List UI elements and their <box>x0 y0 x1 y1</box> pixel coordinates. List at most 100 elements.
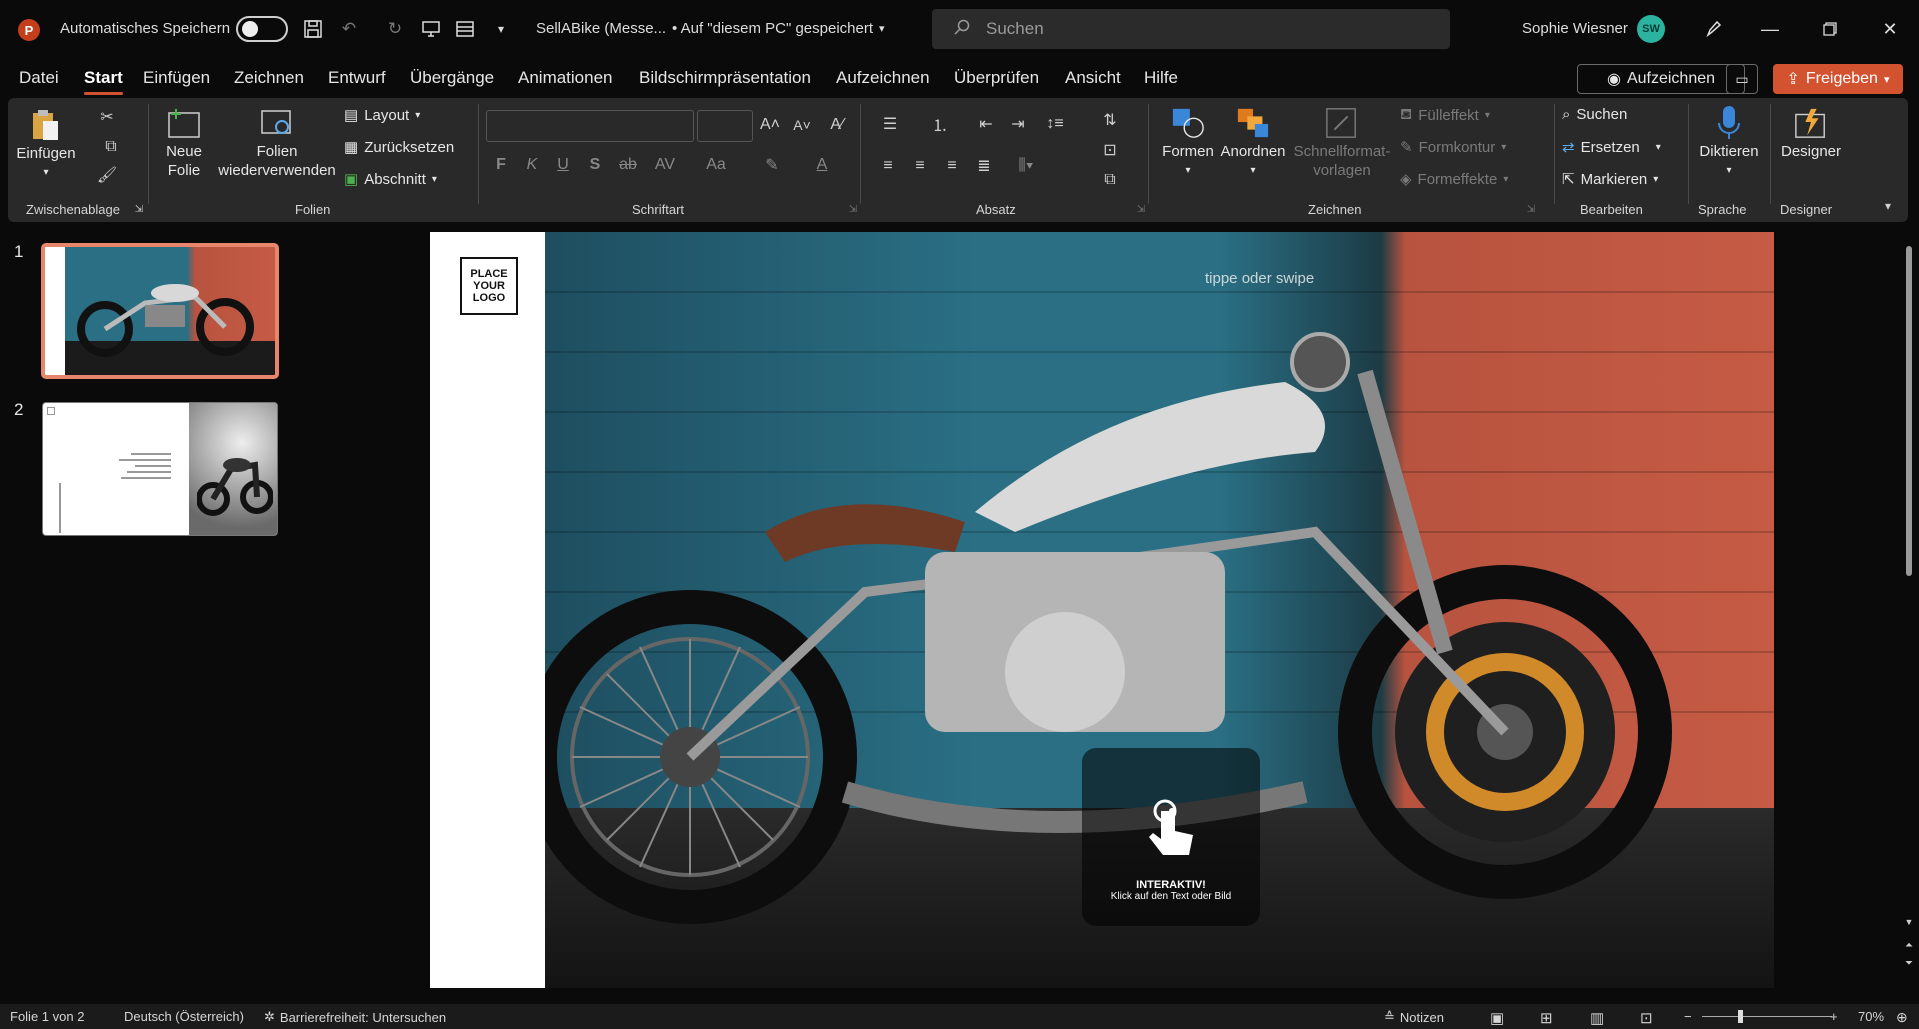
replace-button[interactable]: ⇄ Ersetzen ▾ <box>1562 138 1661 157</box>
scroll-down-icon[interactable]: ▼ <box>1903 916 1915 928</box>
columns-icon[interactable]: ⫼▾ <box>1008 154 1044 178</box>
redo-icon[interactable]: ↻ <box>382 17 408 41</box>
slideshow-icon[interactable]: ⊡ <box>1640 1009 1653 1027</box>
previous-slide-icon[interactable]: ⏶ <box>1903 938 1915 952</box>
pen-icon[interactable] <box>1696 14 1732 44</box>
align-left-icon[interactable]: ≡ <box>876 154 900 178</box>
increase-font-icon[interactable]: A˄ <box>758 112 782 138</box>
align-center-icon[interactable]: ≡ <box>908 154 932 178</box>
document-title[interactable]: SellABike (Messe... <box>536 20 666 37</box>
fit-to-window-icon[interactable]: ⊕ <box>1896 1009 1908 1026</box>
shapes-button[interactable]: Formen ▾ <box>1160 106 1216 180</box>
cut-icon[interactable]: ✂ <box>96 106 118 128</box>
align-text-icon[interactable]: ⊡ <box>1096 138 1124 162</box>
zoom-out-icon[interactable]: − <box>1684 1009 1692 1024</box>
new-slide-button[interactable]: Neue Folie <box>156 106 212 180</box>
tab-zeichnen[interactable]: Zeichnen <box>234 68 304 88</box>
dialog-launcher-icon[interactable]: ⇲ <box>846 202 860 216</box>
share-button[interactable]: ⇪ Freigeben ▾ <box>1773 64 1903 94</box>
align-right-icon[interactable]: ≡ <box>940 154 964 178</box>
restore-icon[interactable] <box>1812 14 1848 44</box>
copy-icon[interactable]: ⧉ <box>96 136 126 158</box>
autosave-toggle[interactable] <box>236 16 288 42</box>
change-case-button[interactable]: Aa <box>698 154 734 176</box>
user-name[interactable]: Sophie Wiesner <box>1522 20 1628 37</box>
customize-qat-icon[interactable]: ▾ <box>488 17 514 41</box>
numbering-icon[interactable]: ⒈ <box>926 112 954 136</box>
tab-start[interactable]: Start <box>84 68 123 95</box>
tab-entwurf[interactable]: Entwurf <box>328 68 386 88</box>
reading-view-icon[interactable]: ▥ <box>1590 1009 1604 1027</box>
designer-button[interactable]: Designer <box>1776 106 1846 161</box>
tab-animationen[interactable]: Animationen <box>518 68 613 88</box>
format-painter-icon[interactable]: 🖌 <box>96 164 118 186</box>
tab-ueberpruefen[interactable]: Überprüfen <box>954 68 1039 88</box>
bullets-icon[interactable]: ☰ <box>876 112 904 136</box>
chevron-down-icon[interactable]: ▾ <box>1878 198 1898 214</box>
slide-canvas[interactable]: PLACE YOUR LOGO tippe oder swipe INTERAK… <box>430 232 1774 988</box>
zoom-level[interactable]: 70% <box>1858 1009 1884 1024</box>
decrease-indent-icon[interactable]: ⇤ <box>974 112 998 136</box>
line-spacing-icon[interactable]: ↕≡ <box>1040 112 1070 136</box>
tab-hilfe[interactable]: Hilfe <box>1144 68 1178 88</box>
tab-datei[interactable]: Datei <box>19 68 59 88</box>
arrange-button[interactable]: Anordnen ▾ <box>1218 106 1288 180</box>
slide-sorter-icon[interactable]: ⊞ <box>1540 1009 1553 1027</box>
find-button[interactable]: ⌕ Suchen <box>1562 106 1627 123</box>
logo-placeholder[interactable]: PLACE YOUR LOGO <box>460 257 518 315</box>
increase-indent-icon[interactable]: ⇥ <box>1006 112 1030 136</box>
layout-button[interactable]: ▤ Layout ▾ <box>344 106 420 125</box>
scroll-thumb[interactable] <box>1906 246 1912 576</box>
reset-button[interactable]: ▦ Zurücksetzen <box>344 138 454 157</box>
from-beginning-icon[interactable] <box>418 17 444 41</box>
clear-format-icon[interactable]: A⁄ <box>824 112 850 138</box>
slide-thumbnail-2[interactable] <box>42 402 278 536</box>
normal-view-icon[interactable]: ▣ <box>1490 1009 1504 1027</box>
interaction-hint-card[interactable]: INTERAKTIV! Klick auf den Text oder Bild <box>1082 748 1260 926</box>
dialog-launcher-icon[interactable]: ⇲ <box>1524 202 1538 216</box>
dictate-button[interactable]: Diktieren ▾ <box>1692 106 1766 180</box>
select-button[interactable]: ⇱ Markieren ▾ <box>1562 170 1658 189</box>
quick-styles-button[interactable]: Schnellformat- vorlagen <box>1290 106 1394 180</box>
close-icon[interactable]: ✕ <box>1872 14 1908 44</box>
zoom-in-icon[interactable]: + <box>1830 1009 1838 1024</box>
shape-effects-button[interactable]: ◈ Formeffekte ▾ <box>1400 170 1508 189</box>
italic-button[interactable]: K <box>523 154 541 176</box>
section-button[interactable]: ▣ Abschnitt ▾ <box>344 170 437 189</box>
strikethrough-button[interactable]: ab <box>616 154 640 176</box>
minimize-icon[interactable]: — <box>1752 14 1788 44</box>
highlight-icon[interactable]: ✎ <box>758 154 786 176</box>
tab-aufzeichnen[interactable]: Aufzeichnen <box>836 68 930 88</box>
tab-ansicht[interactable]: Ansicht <box>1065 68 1121 88</box>
slide-thumbnail-1[interactable] <box>42 244 278 378</box>
text-direction-icon[interactable]: ⇅ <box>1096 108 1124 132</box>
font-name-select[interactable] <box>486 110 694 142</box>
undo-icon[interactable]: ↶ <box>336 17 362 41</box>
save-icon[interactable] <box>300 17 326 41</box>
bold-button[interactable]: F <box>492 154 510 176</box>
tab-einfuegen[interactable]: Einfügen <box>143 68 210 88</box>
tab-uebergaenge[interactable]: Übergänge <box>410 68 494 88</box>
record-button[interactable]: ◉ Aufzeichnen <box>1577 64 1745 94</box>
search-box[interactable]: Suchen <box>932 9 1450 49</box>
underline-button[interactable]: U <box>554 154 572 176</box>
accessibility-checker[interactable]: ✲ Barrierefreiheit: Untersuchen <box>264 1009 446 1025</box>
language-indicator[interactable]: Deutsch (Österreich) <box>124 1009 244 1024</box>
vertical-scrollbar[interactable]: ▼ ⏶ ⏷ <box>1903 240 1915 1000</box>
reuse-slides-button[interactable]: Folien wiederverwenden <box>216 106 338 180</box>
justify-icon[interactable]: ≣ <box>972 154 996 178</box>
notes-button[interactable]: ≙ Notizen <box>1384 1009 1444 1025</box>
smartart-icon[interactable]: ⧉ <box>1096 168 1124 192</box>
save-state[interactable]: • Auf "diesem PC" gespeichert ▾ <box>672 20 885 37</box>
zoom-slider-thumb[interactable] <box>1738 1010 1743 1023</box>
character-spacing-icon[interactable]: AV <box>650 154 680 176</box>
next-slide-icon[interactable]: ⏷ <box>1903 956 1915 970</box>
tab-bildschirmpraesentation[interactable]: Bildschirmpräsentation <box>639 68 811 88</box>
comments-button[interactable]: ▭ <box>1726 64 1758 94</box>
shape-outline-button[interactable]: ✎ Formkontur ▾ <box>1400 138 1506 157</box>
avatar[interactable]: SW <box>1637 15 1665 43</box>
shape-fill-button[interactable]: ⛾ Fülleffekt ▾ <box>1400 106 1490 125</box>
shadow-button[interactable]: S <box>586 154 604 176</box>
present-icon[interactable] <box>452 17 478 41</box>
dialog-launcher-icon[interactable]: ⇲ <box>1134 202 1148 216</box>
